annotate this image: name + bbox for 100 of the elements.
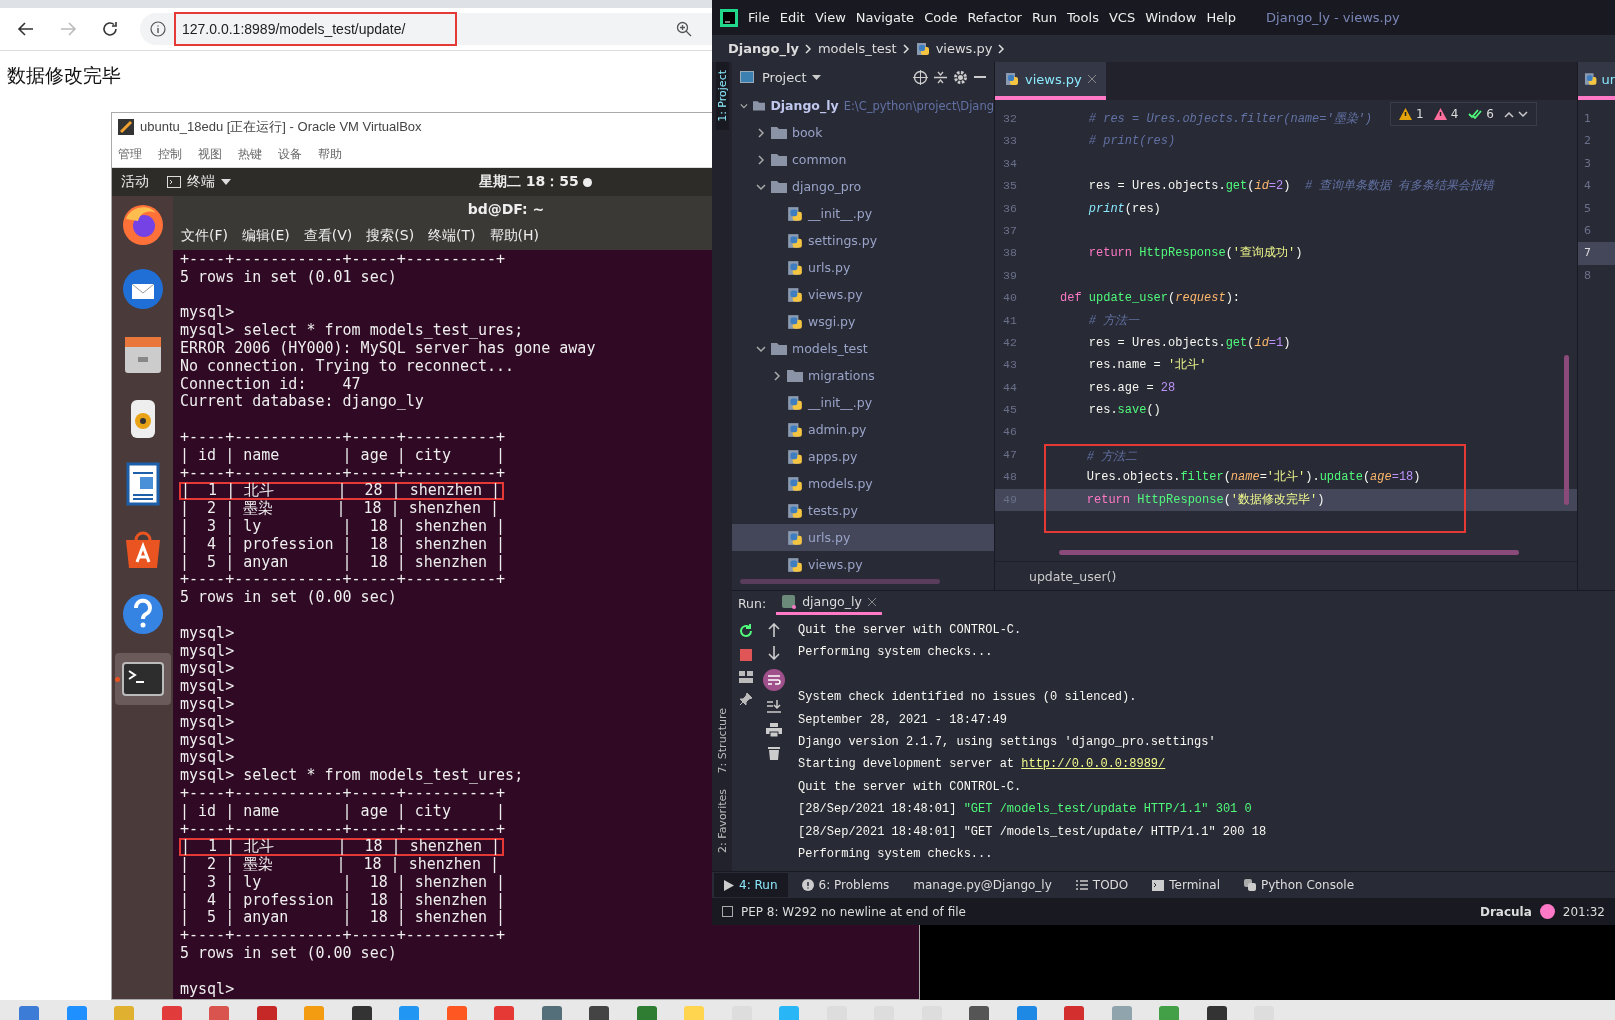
layout-icon[interactable]	[739, 671, 753, 683]
pin-icon[interactable]	[739, 692, 753, 706]
tree-item[interactable]: urls.py	[732, 524, 994, 551]
menu-item[interactable]: 搜索(S)	[366, 227, 415, 245]
chevron-up-icon[interactable]	[1504, 110, 1514, 118]
tree-item[interactable]: __init__.py	[732, 389, 994, 416]
print-icon[interactable]	[766, 723, 782, 737]
menu-item[interactable]: 视图	[198, 145, 222, 163]
taskbar-icon[interactable]	[350, 1004, 373, 1020]
tree-item[interactable]: views.py	[732, 551, 994, 578]
app-menu[interactable]: 终端	[167, 173, 231, 191]
panel-title[interactable]: Project	[762, 69, 807, 85]
tool-window-tab[interactable]: 6: Problems	[791, 873, 900, 897]
square-icon[interactable]	[722, 906, 733, 917]
menu-item[interactable]: 编辑(E)	[242, 227, 290, 245]
crosshair-icon[interactable]	[913, 69, 928, 85]
zoom-icon[interactable]	[676, 21, 692, 37]
side-tool-tab[interactable]: 1: Project	[715, 62, 729, 130]
tree-item[interactable]: migrations	[732, 362, 994, 389]
tree-item[interactable]: admin.py	[732, 416, 994, 443]
taskbar-icon[interactable]	[588, 1004, 610, 1020]
menu-item[interactable]: View	[814, 10, 846, 25]
menu-item[interactable]: Tools	[1066, 10, 1099, 25]
menu-item[interactable]: 管理	[118, 145, 142, 163]
terminal-line: +----+------------+-----+----------+	[179, 571, 507, 590]
inspection-widget[interactable]: 1 4 6	[1390, 102, 1537, 126]
tool-window-tab[interactable]: 4: Run	[714, 873, 788, 897]
link[interactable]: http://0.0.0.0:8989/	[1021, 757, 1166, 772]
tree-item[interactable]: book	[732, 119, 994, 146]
menu-item[interactable]: 帮助(H)	[489, 227, 540, 245]
menu-item[interactable]: 文件(F)	[181, 227, 228, 245]
tree-item[interactable]: urls.py	[732, 254, 994, 281]
side-tool-tab[interactable]: 2: Favorites	[715, 781, 729, 861]
tool-window-tab[interactable]: Terminal	[1142, 873, 1230, 897]
breadcrumb-item[interactable]: views.py	[935, 41, 993, 56]
close-icon[interactable]	[1087, 75, 1096, 83]
menu-item[interactable]: 终端(T)	[428, 227, 476, 245]
menu-item[interactable]: File	[748, 10, 770, 25]
editor-tab[interactable]: ur	[1578, 62, 1615, 100]
menu-item[interactable]: Run	[1031, 10, 1057, 25]
tree-item[interactable]: wsgi.py	[732, 308, 994, 335]
close-icon[interactable]	[867, 597, 876, 606]
tree-item[interactable]: models_test	[732, 335, 994, 362]
dock-item[interactable]	[114, 653, 171, 705]
menu-item[interactable]: VCS	[1108, 10, 1136, 25]
taskbar-icon[interactable]	[540, 1004, 563, 1020]
tree-item[interactable]: views.py	[732, 281, 994, 308]
menu-item[interactable]: 查看(V)	[303, 227, 353, 245]
scrollbar[interactable]	[1564, 355, 1569, 505]
theme-name[interactable]: Dracula	[1479, 904, 1532, 919]
taskbar-icon[interactable]	[255, 1004, 278, 1020]
settings-icon[interactable]	[953, 69, 968, 85]
menu-item[interactable]: 控制	[158, 145, 182, 163]
tree-item[interactable]: models.py	[732, 470, 994, 497]
arrow-left-icon	[17, 20, 35, 38]
stop-icon[interactable]	[739, 648, 753, 662]
trash-icon[interactable]	[768, 746, 780, 760]
tab-label: Terminal	[1169, 878, 1220, 892]
code-breadcrumb[interactable]: update_user()	[1029, 568, 1117, 584]
arrow-down-icon[interactable]	[768, 646, 780, 660]
activities-button[interactable]: 活动	[121, 173, 149, 191]
run-tab[interactable]: django_ly	[776, 591, 882, 615]
scroll-to-end-icon[interactable]	[767, 700, 781, 714]
tool-window-tab[interactable]: manage.py@Django_ly	[903, 873, 1062, 897]
menu-item[interactable]: Help	[1206, 10, 1237, 25]
breadcrumb-item[interactable]: models_test	[817, 41, 897, 56]
menu-item[interactable]: Refactor	[967, 10, 1022, 25]
menu-item[interactable]: 热键	[238, 145, 262, 163]
taskbar-icon[interactable]	[1205, 1004, 1228, 1020]
tree-item[interactable]: tests.py	[732, 497, 994, 524]
menu-item[interactable]: Edit	[779, 10, 805, 25]
tree-item[interactable]: common	[732, 146, 994, 173]
tree-item[interactable]: Django_ly E:\C_python\project\Djang	[732, 92, 994, 119]
side-tool-tab[interactable]: 7: Structure	[715, 699, 729, 782]
menu-item[interactable]: Window	[1145, 10, 1197, 25]
taskbar-icon[interactable]	[968, 1004, 990, 1020]
clock[interactable]: 星期二 18：55	[479, 173, 579, 191]
breadcrumb-item[interactable]: Django_ly	[728, 41, 799, 56]
scrollbar[interactable]	[1059, 550, 1519, 555]
scrollbar[interactable]	[740, 579, 940, 584]
menu-item[interactable]: 帮助	[318, 145, 342, 163]
menu-item[interactable]: Code	[924, 10, 958, 25]
menu-item[interactable]: 设备	[278, 145, 302, 163]
terminal-line: Current database: django_ly	[179, 393, 425, 412]
tool-window-tab[interactable]: Python Console	[1234, 873, 1365, 897]
tool-window-tab[interactable]: TODO	[1065, 873, 1139, 897]
collapse-icon[interactable]	[934, 70, 947, 84]
tree-item[interactable]: settings.py	[732, 227, 994, 254]
python-file-icon	[787, 313, 803, 330]
editor-tab[interactable]: views.py	[995, 62, 1106, 100]
terminal-line: mysql> select * from models_test_ures;	[179, 767, 525, 785]
address-bar[interactable]: 127.0.0.1:8989/models_test/update/	[140, 13, 712, 45]
rerun-icon[interactable]	[738, 623, 754, 639]
url-text: 127.0.0.1:8989/models_test/update/	[174, 12, 458, 46]
soft-wrap-icon[interactable]	[763, 669, 785, 691]
arrow-up-icon[interactable]	[768, 623, 780, 637]
tree-item[interactable]: apps.py	[732, 443, 994, 470]
menu-item[interactable]: Navigate	[855, 10, 915, 25]
caret-position[interactable]: 201:32	[1562, 904, 1605, 919]
chevron-down-icon[interactable]	[1518, 110, 1528, 118]
